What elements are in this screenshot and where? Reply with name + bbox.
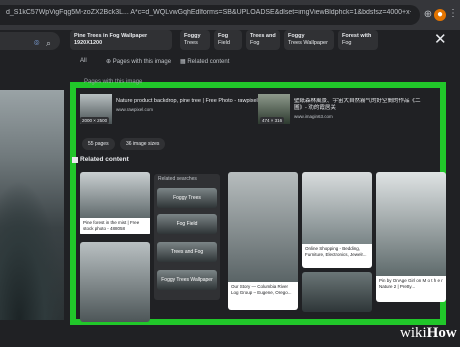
related-searches-header: Related searches [158, 176, 197, 182]
browser-toolbar: d_S1kC57WpVigFqg5M-zoZX2Bck3L... A*c=d_W… [0, 0, 460, 30]
watermark-how: How [426, 325, 457, 341]
chip-sublabel: Trees [184, 40, 198, 46]
close-icon[interactable]: ✕ [434, 30, 447, 48]
image-dimensions: 2000 × 2500 [80, 117, 110, 124]
card-image [302, 172, 372, 244]
chip-sublabel: Trees Wallpaper [288, 40, 328, 46]
chip-foggy-trees[interactable]: Foggy Trees [180, 30, 210, 50]
related-search-fog-field[interactable]: Fog Field [157, 214, 217, 234]
related-card[interactable]: Our Story — Columbia River Log Group – E… [228, 172, 298, 310]
related-content-header: Related content [80, 156, 129, 163]
related-searches-box: Related searches Foggy Trees Fog Field T… [154, 174, 220, 300]
pages-count-pill[interactable]: 55 pages [82, 138, 115, 150]
chip-sublabel: Fog [342, 40, 352, 46]
tab-label: Pages with this image [112, 59, 172, 65]
related-grid-icon [72, 157, 78, 163]
extension-icon[interactable]: ⊕ [422, 9, 434, 21]
image-dimensions: 474 × 316 [260, 117, 285, 124]
card-caption: Our Story — Columbia River Log Group – E… [228, 282, 298, 310]
suggestion-chips: Pine Trees in Fog Wallpaper 1920X1200 Fo… [64, 30, 460, 50]
menu-icon[interactable]: ⋮ [448, 8, 458, 19]
tab-related-content[interactable]: ▦ Related content [180, 58, 229, 65]
card-image [228, 172, 298, 282]
tab-all[interactable]: All [80, 58, 87, 64]
pages-results: 2000 × 2500 Nature product backdrop, pin… [78, 90, 428, 130]
chip-fog-field[interactable]: Fog Field [214, 30, 242, 50]
pages-section-header: Pages with this image [84, 79, 143, 85]
selected-image-preview[interactable] [0, 90, 64, 320]
chip-label: Fog [218, 33, 229, 39]
trees-image [0, 180, 64, 320]
url-text: d_S1kC57WpVigFqg5M-zoZX2Bck3L... A*c=d_W… [6, 9, 411, 16]
result-site: www.rawpixel.com [116, 107, 154, 112]
profile-avatar[interactable]: ● [434, 9, 446, 21]
chip-pine-trees-fog[interactable]: Pine Trees in Fog Wallpaper 1920X1200 [70, 30, 172, 50]
card-caption: Online Shopping - Bedding, Furniture, El… [302, 244, 372, 268]
chip-sublabel: Field [218, 40, 230, 46]
left-results-pane: ⌾ ⌕ [0, 30, 64, 347]
image-detail-panel: Pine Trees in Fog Wallpaper 1920X1200 Fo… [64, 30, 460, 347]
result-title[interactable]: Nature product backdrop, pine tree | Fre… [116, 98, 258, 104]
related-card[interactable] [80, 242, 150, 322]
chip-trees-and-fog[interactable]: Trees and Fog [246, 30, 280, 50]
related-search-trees-and-fog[interactable]: Trees and Fog [157, 242, 217, 262]
chip-forest-with-fog[interactable]: Forest with Fog [338, 30, 378, 50]
search-input[interactable]: ⌾ ⌕ [0, 32, 60, 50]
chip-label: Foggy [288, 33, 305, 39]
pages-icon: ⊕ [106, 59, 113, 65]
wikihow-watermark: wikiHow [400, 325, 457, 342]
search-icon[interactable]: ⌕ [46, 38, 51, 49]
watermark-wiki: wiki [400, 325, 427, 341]
result-site: www.imagin63.com [294, 114, 333, 119]
lens-icon[interactable]: ⌾ [34, 38, 39, 49]
result-title[interactable]: 壁紙森林風景、宇宙大自然霧气的好空間的作品《二圖》- 劝的霞居关 [294, 98, 429, 112]
chip-foggy-trees-wallpaper[interactable]: Foggy Trees Wallpaper [284, 30, 334, 50]
related-search-foggy-trees-wallpaper[interactable]: Foggy Trees Wallpaper [157, 270, 217, 290]
card-image [376, 172, 446, 276]
related-card[interactable]: Pine forest in the mist | Free stock pho… [80, 172, 150, 236]
chip-label: Forest with [342, 33, 372, 39]
chip-label: Trees and [250, 33, 276, 39]
related-card[interactable]: Pin by OnAge Girl on M o t h e r Nature … [376, 172, 446, 302]
related-search-foggy-trees[interactable]: Foggy Trees [157, 188, 217, 208]
tab-pages-with-image[interactable]: ⊕ Pages with this image [106, 58, 171, 65]
related-card[interactable] [302, 272, 372, 312]
related-card[interactable]: Online Shopping - Bedding, Furniture, El… [302, 172, 372, 268]
chip-label: Pine Trees in Fog Wallpaper 1920X1200 [74, 33, 148, 46]
card-image [80, 172, 150, 218]
card-image [302, 272, 372, 312]
chip-label: Foggy [184, 33, 201, 39]
tab-label: Related content [187, 59, 230, 65]
card-image [80, 242, 150, 322]
chip-sublabel: Fog [250, 40, 260, 46]
image-sizes-pill[interactable]: 36 image sizes [120, 138, 166, 150]
address-bar[interactable]: d_S1kC57WpVigFqg5M-zoZX2Bck3L... A*c=d_W… [0, 5, 420, 25]
card-caption: Pine forest in the mist | Free stock pho… [80, 218, 150, 234]
card-caption: Pin by OnAge Girl on M o t h e r Nature … [376, 276, 446, 302]
